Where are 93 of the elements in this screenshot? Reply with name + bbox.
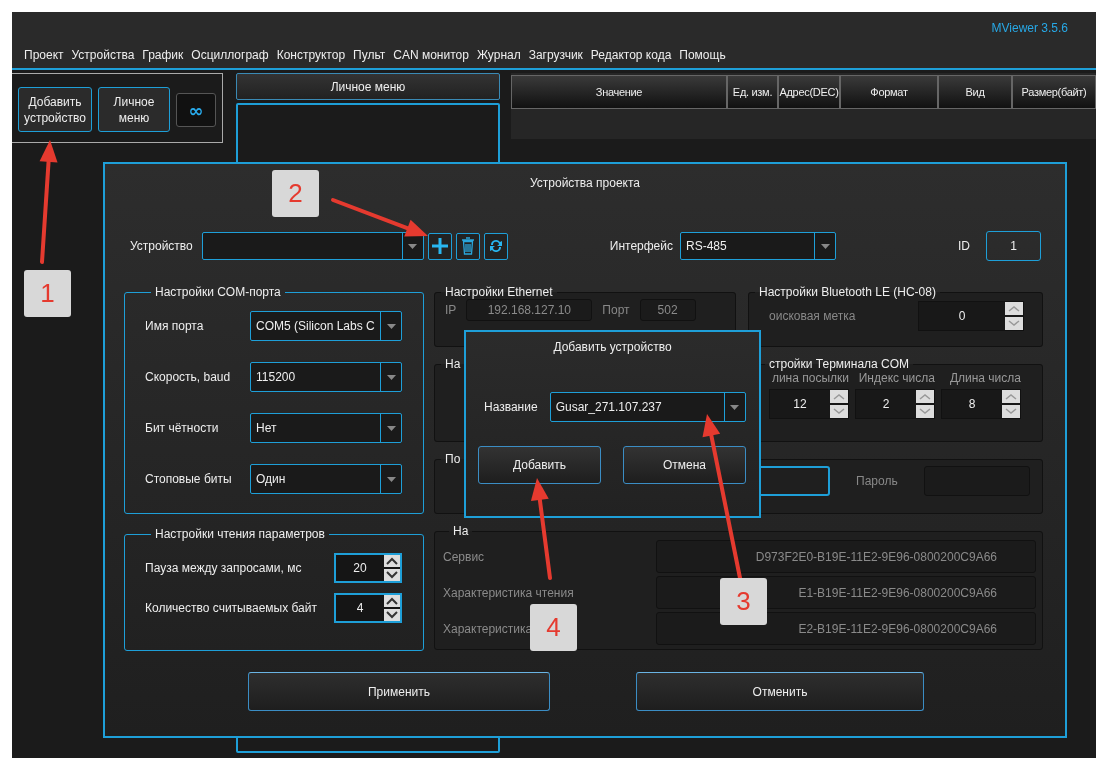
step-badge: 4 xyxy=(530,604,577,651)
field-label: Пароль xyxy=(856,474,898,488)
app-title: MViewer 3.5.6 xyxy=(991,21,1068,37)
field-label: лина посылки xyxy=(771,371,849,385)
caret-icon xyxy=(730,404,740,410)
menu-item[interactable]: Пульт xyxy=(353,48,386,62)
dialog-button[interactable]: Отменить xyxy=(636,672,924,711)
caret-icon xyxy=(820,243,830,249)
refresh-button[interactable] xyxy=(483,232,508,260)
field-label: Имя порта xyxy=(145,319,204,333)
spin-box[interactable]: 2 xyxy=(855,389,935,419)
step-badge: 1 xyxy=(24,270,71,317)
spin-box[interactable]: 12 xyxy=(769,389,849,419)
menu-item[interactable]: Осциллограф xyxy=(191,48,269,62)
spin-box[interactable]: 8 xyxy=(941,389,1021,419)
column-header[interactable]: Адрес(DEC) xyxy=(778,75,840,109)
group-title: Настройки чтения параметров xyxy=(154,527,326,541)
spin-box[interactable]: 0 xyxy=(918,301,1024,331)
caret-icon xyxy=(386,425,396,431)
caret-icon xyxy=(386,323,396,329)
plus-icon xyxy=(430,237,449,255)
field-label: Скорость, baud xyxy=(145,370,231,384)
field-label: Стоповые биты xyxy=(145,472,232,486)
group-title: По xyxy=(444,452,462,466)
field-label: Интерфейс xyxy=(609,239,673,253)
name-combo[interactable]: Gusar_271.107.237 xyxy=(549,392,746,422)
group-title: стройки Терминала COM xyxy=(768,357,911,371)
group-title: На xyxy=(452,524,470,538)
spinner-arrows-icon[interactable] xyxy=(1005,302,1023,330)
field-label: Характеристика xyxy=(443,621,533,636)
field-label: Пауза между запросами, мс xyxy=(145,561,302,575)
field-label: Сервис xyxy=(443,549,485,564)
field-label: Название xyxy=(484,400,538,414)
spinner-arrows-icon[interactable] xyxy=(916,390,934,418)
spin-box[interactable]: 4 xyxy=(334,593,402,623)
column-header[interactable]: Вид xyxy=(938,75,1012,109)
dropdown[interactable]: COM5 (Silicon Labs C xyxy=(250,311,402,341)
field-label: Индекс числа xyxy=(858,371,935,385)
menu-item[interactable]: График xyxy=(142,48,184,62)
field-label: IP xyxy=(445,303,457,317)
menu-item[interactable]: Устройства xyxy=(71,48,135,62)
step-badge: 2 xyxy=(272,170,319,217)
spinner-arrows-icon[interactable] xyxy=(1002,390,1020,418)
caret-icon xyxy=(408,243,418,249)
field-label: Устройство xyxy=(130,239,193,253)
field-label: ID xyxy=(958,239,970,253)
infinity-button[interactable]: ∞ xyxy=(176,93,216,127)
dialog-title: Устройства проекта xyxy=(529,176,641,190)
refresh-icon xyxy=(487,238,504,254)
group-title: Настройки Ethernet xyxy=(444,285,554,299)
field-label: Бит чётности xyxy=(145,421,219,435)
group-title: Настройки Bluetooth LE (HC-08) xyxy=(758,285,937,299)
menu-item[interactable]: Конструктор xyxy=(276,48,346,62)
panel-button[interactable]: Личное меню xyxy=(98,87,170,132)
spinner-arrows-icon[interactable] xyxy=(384,595,400,621)
device-combo[interactable] xyxy=(201,232,424,260)
dropdown[interactable]: 115200 xyxy=(250,362,402,392)
column-header[interactable]: Размер(байт) xyxy=(1012,75,1096,109)
field-label: оисковая метка xyxy=(769,309,856,323)
caret-icon xyxy=(386,374,396,380)
caret-icon xyxy=(386,476,396,482)
menu-item[interactable]: Журнал xyxy=(476,48,521,62)
dropdown[interactable]: Нет xyxy=(250,413,402,443)
group-title: Настройки COM-порта xyxy=(154,285,282,299)
menu-item[interactable]: Проект xyxy=(24,48,64,62)
delete-button[interactable] xyxy=(455,232,480,260)
spinner-arrows-icon[interactable] xyxy=(384,555,400,581)
field-label: Порт xyxy=(602,303,630,317)
dialog-button[interactable]: Отмена xyxy=(623,446,746,484)
column-header[interactable]: Ед. изм. xyxy=(727,75,778,109)
field-label: Длина числа xyxy=(949,371,1021,385)
interface-combo[interactable]: RS-485 xyxy=(680,232,836,260)
field-label: Характеристика чтения xyxy=(443,585,574,600)
dialog-title: Добавить устройство xyxy=(553,340,672,354)
menu-item[interactable]: CAN монитор xyxy=(393,48,469,62)
menu-item[interactable]: Редактор кода xyxy=(590,48,672,62)
spin-box[interactable]: 20 xyxy=(334,553,402,583)
spinner-arrows-icon[interactable] xyxy=(830,390,848,418)
dialog-button[interactable]: Добавить xyxy=(478,446,601,484)
group-title: На xyxy=(444,357,462,371)
trash-icon xyxy=(460,237,475,255)
panel-button[interactable]: Добавить устройство xyxy=(18,87,92,132)
add-button[interactable] xyxy=(427,232,452,260)
dialog-button[interactable]: Применить xyxy=(248,672,550,711)
column-header[interactable]: Значение xyxy=(511,75,727,109)
id-field[interactable]: 1 xyxy=(986,231,1041,261)
column-header[interactable]: Формат xyxy=(840,75,938,109)
step-badge: 3 xyxy=(720,578,767,625)
dropdown[interactable]: Один xyxy=(250,464,402,494)
panel-header[interactable]: Личное меню xyxy=(236,73,500,100)
field-label: Количество считываемых байт xyxy=(145,601,317,615)
menu-item[interactable]: Загрузчик xyxy=(528,48,583,62)
menu-item[interactable]: Помощь xyxy=(679,48,726,62)
